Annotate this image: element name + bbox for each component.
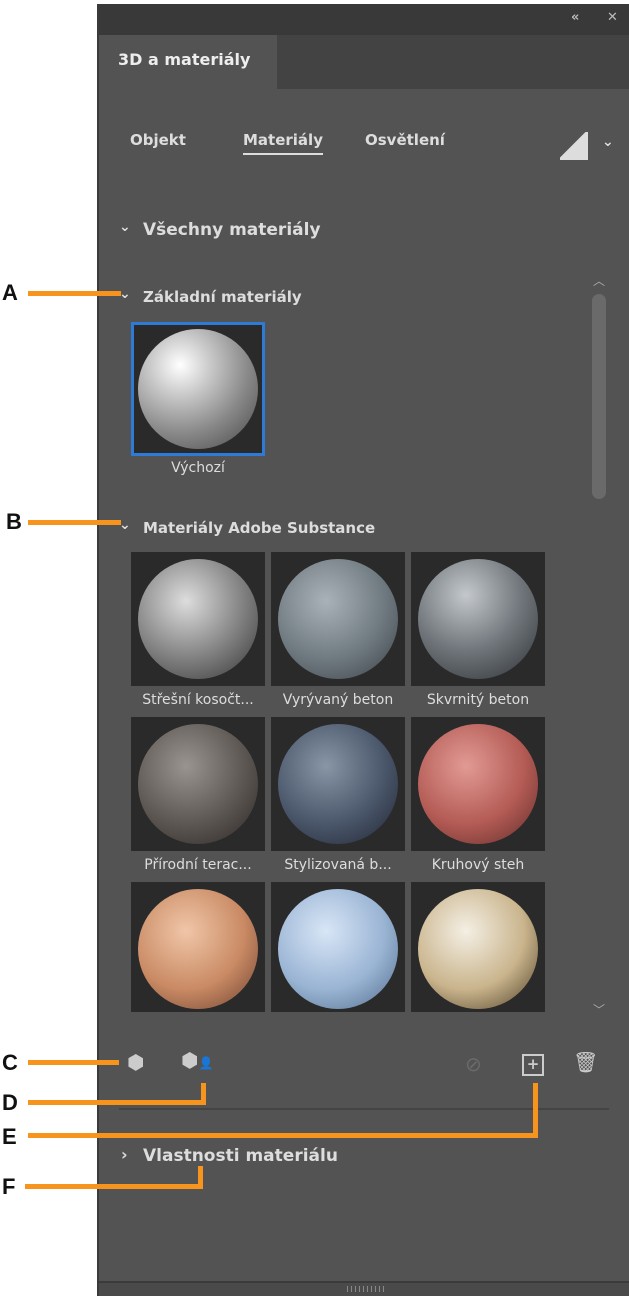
material-preview bbox=[418, 889, 538, 1009]
annotation-line bbox=[25, 1184, 203, 1189]
material-tile-default[interactable] bbox=[131, 322, 265, 456]
material-tile[interactable] bbox=[131, 882, 265, 1012]
chevron-down-icon[interactable]: ⌄ bbox=[119, 219, 131, 235]
material-tile[interactable] bbox=[271, 552, 405, 686]
annotation-line bbox=[533, 1083, 538, 1138]
apply-material-to-selection-icon[interactable]: ⬢👤 bbox=[181, 1048, 213, 1072]
material-tile[interactable] bbox=[411, 552, 545, 686]
resize-handle[interactable] bbox=[99, 1281, 629, 1296]
annotation-line bbox=[198, 1166, 203, 1189]
scrollbar-thumb[interactable] bbox=[592, 294, 606, 499]
scroll-down-icon[interactable]: ﹀ bbox=[593, 1001, 605, 1018]
basic-materials-header[interactable]: Základní materiály bbox=[143, 288, 302, 306]
material-label: Střešní kosočt... bbox=[142, 692, 254, 708]
material-tile[interactable] bbox=[411, 882, 545, 1012]
all-materials-header[interactable]: Všechny materiály bbox=[143, 220, 321, 240]
scroll-up-icon[interactable]: ︿ bbox=[593, 272, 605, 289]
material-label: Kruhový steh bbox=[431, 857, 525, 873]
material-label: Vyrývaný beton bbox=[282, 692, 394, 708]
tab-objekt[interactable]: Objekt bbox=[130, 131, 186, 149]
apply-material-icon[interactable]: ⬢ bbox=[127, 1050, 144, 1074]
annotation-label: B bbox=[6, 509, 22, 534]
annotation-label: E bbox=[2, 1124, 17, 1149]
annotation-line bbox=[28, 1133, 538, 1138]
material-preview bbox=[138, 889, 258, 1009]
material-label: Skvrnitý beton bbox=[426, 692, 530, 708]
material-preview bbox=[278, 559, 398, 679]
annotation-label: A bbox=[2, 280, 18, 305]
trash-icon[interactable]: 🗑 bbox=[573, 1050, 598, 1074]
panel-tab-strip: 3D a materiály bbox=[99, 35, 629, 89]
material-label: Přírodní terac... bbox=[144, 857, 252, 873]
annotation-line bbox=[28, 1100, 206, 1105]
chevron-down-icon[interactable]: ⌄ bbox=[602, 134, 614, 150]
panel-tab[interactable]: 3D a materiály bbox=[99, 35, 277, 89]
material-tile[interactable] bbox=[271, 882, 405, 1012]
render-quality-icon[interactable] bbox=[560, 132, 588, 160]
material-properties-header[interactable]: Vlastnosti materiálu bbox=[143, 1146, 338, 1166]
tab-osvetleni[interactable]: Osvětlení bbox=[365, 131, 445, 149]
panel-titlebar: « ✕ bbox=[99, 4, 629, 35]
annotation-line bbox=[28, 1060, 119, 1065]
close-icon[interactable]: ✕ bbox=[607, 10, 618, 25]
chevron-right-icon[interactable]: › bbox=[121, 1145, 128, 1164]
material-preview bbox=[138, 329, 258, 449]
annotation-line bbox=[201, 1083, 206, 1105]
material-label: Výchozí bbox=[171, 460, 225, 476]
material-preview bbox=[278, 889, 398, 1009]
grip-icon bbox=[347, 1286, 387, 1292]
clear-material-icon[interactable]: ⊘ bbox=[465, 1052, 482, 1076]
material-preview bbox=[418, 559, 538, 679]
tab-materialy[interactable]: Materiály bbox=[243, 131, 323, 155]
material-preview bbox=[278, 724, 398, 844]
collapse-icon[interactable]: « bbox=[571, 10, 579, 25]
substance-materials-header[interactable]: Materiály Adobe Substance bbox=[143, 519, 375, 537]
scrollbar[interactable]: ︿ ﹀ bbox=[588, 270, 610, 1020]
material-tile[interactable] bbox=[411, 717, 545, 851]
annotation-label: C bbox=[2, 1050, 18, 1075]
annotation-line bbox=[28, 291, 121, 296]
material-preview bbox=[138, 724, 258, 844]
material-preview bbox=[418, 724, 538, 844]
material-tile[interactable] bbox=[131, 552, 265, 686]
annotation-line bbox=[28, 520, 121, 525]
material-tile[interactable] bbox=[131, 717, 265, 851]
material-label: Stylizovaná b... bbox=[284, 857, 392, 873]
material-preview bbox=[138, 559, 258, 679]
new-material-icon[interactable]: + bbox=[522, 1054, 544, 1076]
annotation-label: D bbox=[2, 1090, 18, 1115]
annotation-label: F bbox=[2, 1174, 16, 1199]
material-tile[interactable] bbox=[271, 717, 405, 851]
